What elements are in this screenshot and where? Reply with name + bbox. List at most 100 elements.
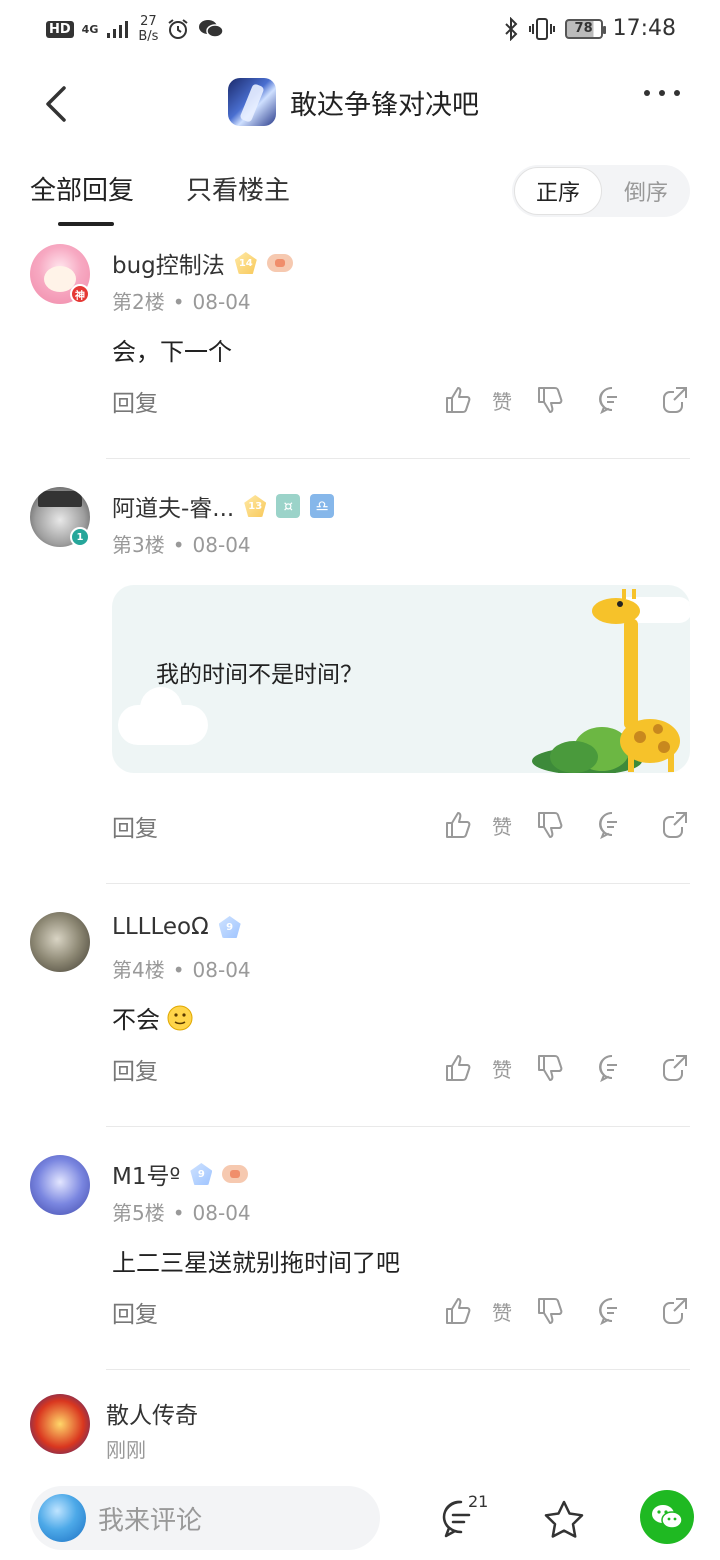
username[interactable]: 散人传奇 <box>106 1396 198 1430</box>
level-badge: 9 <box>190 1163 213 1185</box>
battery-indicator: 78 <box>564 18 606 39</box>
back-button[interactable] <box>36 82 80 126</box>
vibrate-icon <box>528 17 555 40</box>
top-header: 敢达争锋对决吧 <box>0 70 720 140</box>
floor-number: 刚刚 <box>106 1438 146 1462</box>
floor-number: 第4楼 <box>112 958 165 982</box>
comment-icon[interactable] <box>596 809 628 841</box>
divider <box>106 883 690 884</box>
thumbs-up-icon[interactable] <box>442 1052 474 1084</box>
level-badge: 14 <box>234 252 257 274</box>
network-type: 4G <box>81 22 99 36</box>
username[interactable]: bug控制法 <box>112 246 225 280</box>
hd-indicator: HD <box>46 20 74 38</box>
comment-date: 08-04 <box>192 290 251 314</box>
share-icon[interactable] <box>658 809 690 841</box>
comment-actions: 回复 赞 <box>0 384 720 424</box>
thinking-emoji-icon <box>167 1005 193 1030</box>
page-title: 敢达争锋对决吧 <box>290 89 479 121</box>
star-favorite-icon[interactable] <box>542 1498 586 1542</box>
share-icon[interactable] <box>658 384 690 416</box>
comment-text: 我的时间不是时间？ <box>156 662 363 688</box>
thumbs-up-icon[interactable] <box>442 1295 474 1327</box>
giraffe-illustration <box>532 589 680 773</box>
comment-date: 08-04 <box>192 533 251 557</box>
username[interactable]: LLLLeoΩ <box>112 914 209 940</box>
forum-avatar <box>228 78 276 126</box>
comment-meta: 第3楼 • 08-04 <box>112 533 251 557</box>
comment-actions: 回复 赞 <box>0 1295 720 1335</box>
reply-button[interactable]: 回复 <box>112 809 158 843</box>
tab-all-replies[interactable]: 全部回复 <box>30 170 134 207</box>
thumbs-down-icon[interactable] <box>534 809 566 841</box>
forum-title[interactable]: 敢达争锋对决吧 <box>228 78 479 126</box>
reply-filter-tabs: 全部回复 只看楼主 正序 倒序 <box>0 160 720 230</box>
comment-text: 会，下一个 <box>112 338 232 366</box>
share-icon[interactable] <box>658 1052 690 1084</box>
thumbs-down-icon[interactable] <box>534 1295 566 1327</box>
comment-count: 21 <box>468 1492 489 1511</box>
more-dot-icon <box>644 90 650 96</box>
more-options-button[interactable] <box>644 90 680 96</box>
cloud-decoration <box>118 687 208 745</box>
reply-button[interactable]: 回复 <box>112 1052 158 1086</box>
thumbs-down-icon[interactable] <box>534 1052 566 1084</box>
zodiac-icon: ¤ <box>276 494 301 518</box>
comment-body: 不会 <box>112 1000 194 1035</box>
like-label: 赞 <box>492 815 512 839</box>
username[interactable]: 阿道夫-睿... <box>112 489 234 523</box>
avatar[interactable] <box>30 912 90 972</box>
alarm-icon <box>168 19 189 39</box>
gamepad-icon <box>266 254 293 272</box>
comment-input[interactable]: 我来评论 <box>30 1486 380 1550</box>
comment-date: 08-04 <box>192 1201 251 1225</box>
thumbs-up-icon[interactable] <box>442 384 474 416</box>
order-asc-button[interactable]: 正序 <box>514 167 602 215</box>
reply-button[interactable]: 回复 <box>112 1295 158 1329</box>
like-label: 赞 <box>492 1058 512 1082</box>
comment-placeholder: 我来评论 <box>98 1506 203 1536</box>
chevron-left-icon <box>46 86 66 122</box>
clock: 17:48 <box>612 16 676 41</box>
floor-number: 第2楼 <box>112 290 165 314</box>
themed-comment-bubble: 我的时间不是时间？ <box>112 585 690 773</box>
level-badge: 13 <box>244 495 267 517</box>
libra-icon: ♎ <box>310 494 335 518</box>
comment-meta: 第5楼 • 08-04 <box>112 1201 251 1225</box>
comment-date: 08-04 <box>192 958 251 982</box>
username[interactable]: M1号º <box>112 1157 180 1191</box>
floor-number: 第5楼 <box>112 1201 165 1225</box>
tab-owner-only[interactable]: 只看楼主 <box>186 170 290 207</box>
level-badge: 9 <box>218 916 241 938</box>
reply-button[interactable]: 回复 <box>112 384 158 418</box>
thumbs-up-icon[interactable] <box>442 809 474 841</box>
divider <box>106 1126 690 1127</box>
comment-text: 上二三星送就别拖时间了吧 <box>112 1249 400 1277</box>
comment-actions: 回复 赞 <box>0 1052 720 1092</box>
share-icon[interactable] <box>658 1295 690 1327</box>
wechat-notify-icon <box>199 20 225 38</box>
comment-meta: 第2楼 • 08-04 <box>112 290 251 314</box>
order-toggle: 正序 倒序 <box>512 165 690 217</box>
gamepad-icon <box>222 1165 249 1183</box>
network-speed: 27 B/s <box>138 14 159 44</box>
status-bar: HD 4G 27 B/s 78 17:48 <box>0 0 720 62</box>
comment-meta: 第4楼 • 08-04 <box>112 958 251 982</box>
comment-text: 不会 <box>112 1006 160 1034</box>
signal-icon <box>107 21 129 38</box>
avatar[interactable] <box>30 1155 90 1215</box>
comment-icon[interactable] <box>596 384 628 416</box>
avatar-badge: 神 <box>70 284 90 304</box>
avatar[interactable] <box>30 1394 90 1454</box>
active-tab-indicator <box>58 222 114 226</box>
wechat-share-button[interactable] <box>640 1490 694 1544</box>
comment-icon[interactable] <box>596 1052 628 1084</box>
user-avatar <box>38 1494 86 1542</box>
order-desc-button[interactable]: 倒序 <box>602 167 690 215</box>
comment-icon[interactable] <box>596 1295 628 1327</box>
comment-meta: 刚刚 <box>106 1434 146 1463</box>
comment-actions: 回复 赞 <box>0 809 720 849</box>
bluetooth-icon <box>504 16 518 41</box>
more-dot-icon <box>674 90 680 96</box>
thumbs-down-icon[interactable] <box>534 384 566 416</box>
